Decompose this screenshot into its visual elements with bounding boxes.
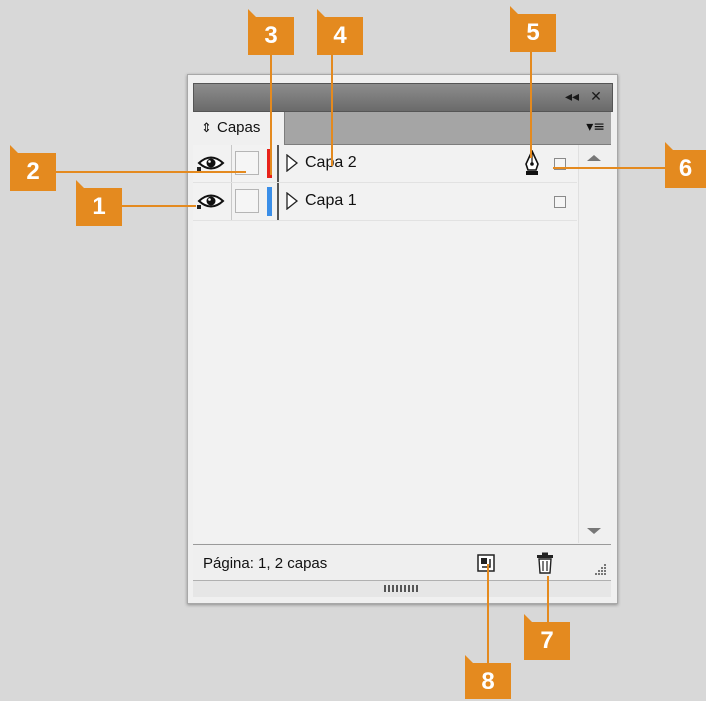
drag-handle[interactable] bbox=[384, 585, 420, 592]
panel-menu-icon[interactable]: ▾≡ bbox=[586, 119, 605, 135]
eye-icon[interactable] bbox=[197, 192, 225, 210]
layer-color-swatch bbox=[267, 187, 272, 216]
target-indicator[interactable] bbox=[554, 196, 566, 208]
layers-list: Capa 2 Capa 1 bbox=[193, 145, 612, 543]
callout-line-3 bbox=[270, 55, 272, 175]
callout-line-8 bbox=[487, 564, 489, 665]
visibility-cell[interactable] bbox=[193, 183, 232, 220]
panel-title-bar[interactable]: ◂◂ ✕ bbox=[193, 83, 613, 112]
panel-tab-bar: ⇕ Capas ▾≡ bbox=[193, 112, 611, 145]
tab-expand-icon[interactable]: ⇕ bbox=[201, 120, 212, 136]
divider bbox=[277, 183, 279, 220]
callout-5: 5 bbox=[510, 6, 556, 52]
callout-8: 8 bbox=[465, 655, 511, 699]
layer-name[interactable]: Capa 1 bbox=[305, 192, 357, 210]
resize-grip-icon[interactable] bbox=[593, 563, 607, 577]
callout-line-4 bbox=[331, 55, 333, 166]
new-layer-button[interactable] bbox=[477, 554, 495, 572]
divider bbox=[277, 145, 279, 182]
panel-footer: Página: 1, 2 capas bbox=[193, 544, 611, 580]
expand-triangle-icon[interactable] bbox=[285, 192, 299, 210]
layer-row[interactable]: Capa 1 bbox=[193, 183, 577, 221]
callout-1: 1 bbox=[76, 180, 122, 226]
callout-6: 6 bbox=[665, 142, 706, 188]
lock-toggle[interactable] bbox=[235, 189, 259, 213]
layer-row[interactable]: Capa 2 bbox=[193, 145, 577, 183]
callout-7: 7 bbox=[524, 614, 570, 660]
collapse-panel-button[interactable]: ◂◂ bbox=[562, 87, 582, 107]
callout-line-7 bbox=[547, 576, 549, 623]
scroll-up-icon[interactable] bbox=[587, 155, 601, 161]
trash-icon[interactable] bbox=[535, 552, 555, 574]
pen-icon bbox=[525, 150, 539, 175]
close-panel-button[interactable]: ✕ bbox=[586, 87, 606, 107]
status-text: Página: 1, 2 capas bbox=[203, 555, 328, 572]
callout-line-2 bbox=[56, 171, 246, 173]
expand-triangle-icon[interactable] bbox=[285, 154, 299, 172]
callout-line-5 bbox=[530, 52, 532, 158]
callout-line-6 bbox=[553, 167, 666, 169]
callout-3: 3 bbox=[248, 9, 294, 55]
layers-panel: ◂◂ ✕ ⇕ Capas ▾≡ Capa 2 Capa 1 Página: 1,… bbox=[187, 74, 618, 604]
visibility-cell[interactable] bbox=[193, 145, 232, 182]
scroll-down-icon[interactable] bbox=[587, 528, 601, 534]
callout-line-1 bbox=[121, 205, 196, 207]
callout-4: 4 bbox=[317, 9, 363, 55]
tab-label: Capas bbox=[217, 119, 261, 136]
callout-2: 2 bbox=[10, 145, 56, 191]
scrollbar[interactable] bbox=[578, 145, 612, 543]
eye-icon[interactable] bbox=[197, 154, 225, 172]
